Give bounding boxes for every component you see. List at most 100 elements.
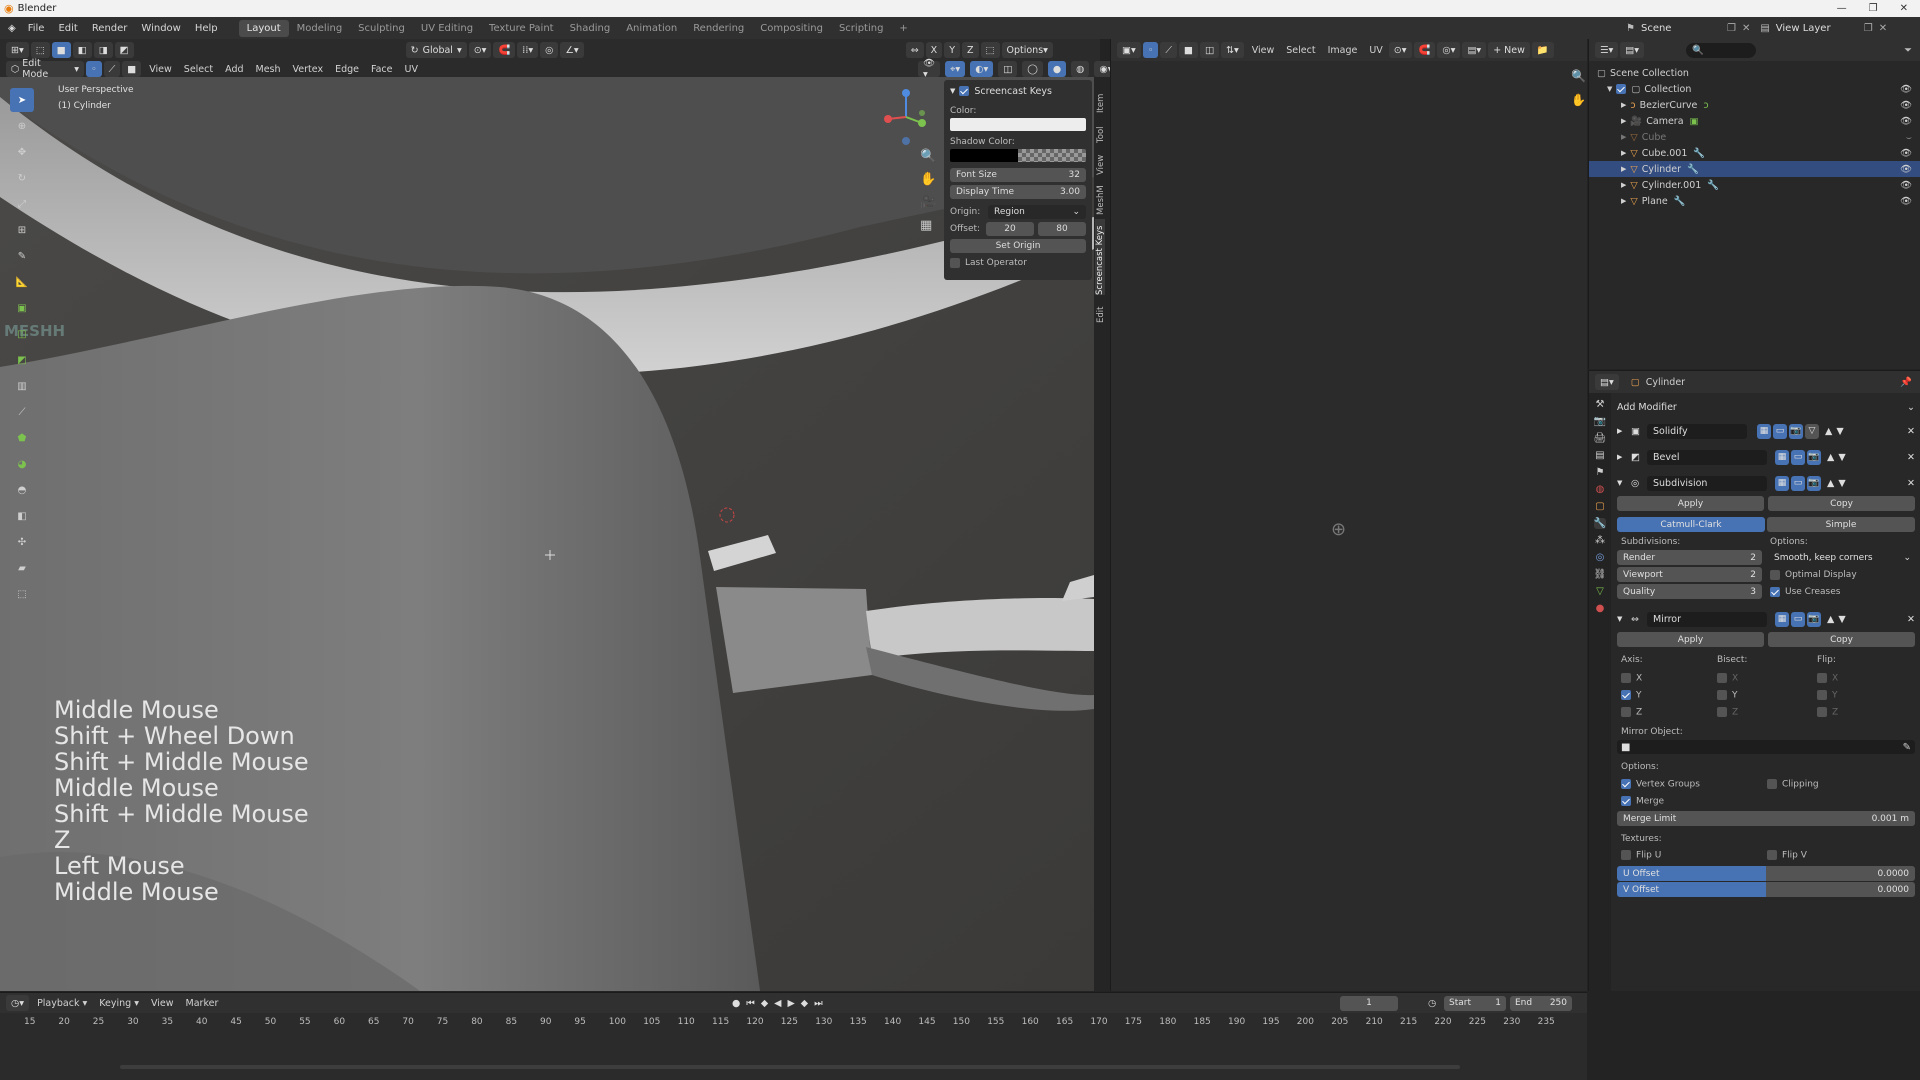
current-frame-field[interactable]: 1 [1340, 995, 1398, 1011]
remove-modifier-icon[interactable]: ✕ [1907, 426, 1915, 437]
bisect-x-checkbox[interactable] [1717, 672, 1727, 683]
image-menu-image[interactable]: Image [1322, 45, 1364, 56]
edit-mode-toggle[interactable]: ▦ [1775, 449, 1789, 465]
jump-start-icon[interactable]: ⏮ [746, 998, 755, 1009]
flip-x-checkbox[interactable] [1817, 672, 1827, 683]
viewport-menu-edge[interactable]: Edge [329, 64, 365, 75]
uv-smooth-dropdown[interactable]: Smooth, keep corners ⌄ [1770, 550, 1915, 565]
outliner-row-collection[interactable]: ▼ ▢ Collection 👁 [1597, 81, 1912, 97]
select-mode-subtract-button[interactable]: ◨ [93, 42, 113, 58]
copy-mirror-button[interactable]: Copy [1768, 632, 1915, 647]
sidebar-tab-edit[interactable]: Edit [1096, 299, 1106, 323]
modifier-tab-icon[interactable]: 🔧 [1593, 518, 1607, 529]
snap-toggle[interactable]: 🧲 [493, 42, 516, 58]
gizmo-toggle[interactable]: ⌖▾ [945, 61, 966, 77]
edit-mode-toggle[interactable]: ▦ [1775, 475, 1789, 491]
physics-tab-icon[interactable]: ◎ [1596, 552, 1605, 563]
outliner-editor-type-button[interactable]: ☰▾ [1595, 42, 1619, 58]
shading-solid-button[interactable]: ● [1047, 61, 1067, 77]
inset-tool-button[interactable]: ◫ [10, 322, 34, 346]
optimal-display-checkbox[interactable] [1770, 569, 1780, 580]
tab-shading[interactable]: Shading [562, 20, 619, 37]
tab-scripting[interactable]: Scripting [831, 20, 891, 37]
apply-subdivision-button[interactable]: Apply [1617, 496, 1764, 511]
render-toggle[interactable]: 📷 [1789, 423, 1803, 439]
remove-modifier-icon[interactable]: ✕ [1907, 614, 1915, 625]
camera-view-icon[interactable]: 🎥 [920, 195, 936, 210]
image-menu-view[interactable]: View [1246, 45, 1281, 56]
eyedropper-icon[interactable]: ✎ [1903, 742, 1911, 753]
prev-keyframe-icon[interactable]: ◆ [761, 998, 768, 1009]
outliner-row-plane[interactable]: ▶ ▽ Plane 🔧 👁 [1597, 193, 1912, 209]
merge-checkbox[interactable] [1621, 795, 1631, 806]
properties-editor-type-button[interactable]: ▤▾ [1595, 374, 1619, 390]
bisect-y-checkbox[interactable] [1717, 689, 1727, 700]
gizmo-neg-y-ball[interactable] [919, 110, 925, 116]
uv-select-vertex-button[interactable]: ◦ [1142, 42, 1159, 58]
proportional-edit-toggle[interactable]: ◎ [540, 42, 559, 58]
annotate-tool-button[interactable]: ✎ [10, 244, 34, 268]
shadow-color-swatch[interactable] [950, 149, 1086, 162]
view-layer-selector[interactable]: View Layer [1776, 23, 1858, 34]
modifier-name-field[interactable]: Subdivision [1647, 475, 1767, 491]
menu-window[interactable]: Window [134, 23, 187, 34]
open-image-button[interactable]: 📁 [1531, 42, 1554, 58]
outliner-search-input[interactable]: 🔍 [1686, 42, 1757, 58]
quality-field[interactable]: Quality 3 [1617, 584, 1762, 599]
timeline-menu-keying[interactable]: Keying ▾ [93, 998, 145, 1009]
render-toggle[interactable]: 📷 [1807, 611, 1821, 627]
end-frame-field[interactable]: End 250 [1510, 995, 1572, 1011]
material-tab-icon[interactable]: ● [1596, 603, 1605, 614]
uv-select-edge-button[interactable]: ⟋ [1160, 42, 1178, 58]
shrink-fatten-tool-button[interactable]: ✣ [10, 530, 34, 554]
hidden-eye-icon[interactable]: ⌣ [1906, 132, 1912, 143]
rip-tool-button[interactable]: ⬚ [10, 582, 34, 606]
outliner-row-scene-collection[interactable]: ▢ Scene Collection [1597, 65, 1912, 81]
outliner-row-cube[interactable]: ▶ ▽ Cube ⌣ [1597, 129, 1912, 145]
catmull-clark-button[interactable]: Catmull-Clark [1617, 517, 1765, 532]
jump-end-icon[interactable]: ⏭ [814, 998, 823, 1009]
flip-y[interactable]: Y [1817, 689, 1838, 700]
image-pan-icon[interactable]: ✋ [1571, 93, 1586, 107]
visibility-eye-icon[interactable]: 👁 [1900, 100, 1912, 111]
cage-toggle[interactable]: ▽ [1805, 423, 1819, 439]
zoom-icon[interactable]: 🔍 [920, 149, 936, 164]
menu-file[interactable]: File [21, 23, 52, 34]
select-mode-set-button[interactable]: ■ [51, 42, 71, 58]
axis-z-toggle[interactable]: Z [962, 42, 979, 58]
gizmo-neg-z-ball[interactable] [902, 137, 910, 145]
sidebar-tab-item[interactable]: Item [1096, 85, 1106, 113]
collapse-icon[interactable]: ▼ [1607, 85, 1612, 93]
viewport-menu-add[interactable]: Add [219, 64, 249, 75]
sidebar-tab-meshm[interactable]: MeshM [1096, 179, 1106, 215]
auto-merge-toggle[interactable]: ⬚ [980, 42, 1000, 58]
set-origin-button[interactable]: Set Origin [950, 239, 1086, 253]
uv-proportional-toggle[interactable]: ◎▾ [1437, 42, 1461, 58]
mirror-axis-x[interactable]: X [1617, 672, 1717, 683]
face-select-mode-button[interactable]: ■ [122, 61, 142, 77]
move-down-icon[interactable]: ▼ [1836, 426, 1843, 437]
gizmo-y-ball[interactable] [918, 119, 926, 127]
edit-mode-toggle[interactable]: ▦ [1775, 611, 1789, 627]
output-tab-icon[interactable]: 🖨 [1594, 433, 1607, 444]
outliner-display-mode-button[interactable]: ▤▾ [1620, 42, 1645, 58]
select-mode-invert-button[interactable]: ◩ [114, 42, 134, 58]
offset-x-field[interactable]: 20 [986, 222, 1034, 236]
cursor-tool-button[interactable]: ⊕ [10, 114, 34, 138]
move-up-icon[interactable]: ▲ [1827, 614, 1834, 625]
font-size-field[interactable]: Font Size 32 [950, 168, 1086, 182]
data-tab-icon[interactable]: ▽ [1596, 586, 1604, 597]
add-modifier-dropdown[interactable]: Add Modifier ⌄ [1617, 397, 1915, 417]
axis-z-checkbox[interactable] [1621, 706, 1631, 717]
remove-modifier-icon[interactable]: ✕ [1907, 478, 1915, 489]
remove-scene-icon[interactable]: ✕ [1742, 23, 1750, 34]
smooth-tool-button[interactable]: ◓ [10, 478, 34, 502]
particles-tab-icon[interactable]: ⁂ [1595, 535, 1605, 546]
expand-icon[interactable]: ▶ [1621, 181, 1626, 189]
transform-tool-button[interactable]: ⊞ [10, 218, 34, 242]
uv-select-face-button[interactable]: ■ [1179, 42, 1198, 58]
flip-z[interactable]: Z [1817, 706, 1838, 717]
expand-icon[interactable]: ▶ [1621, 165, 1626, 173]
overlays-toggle[interactable]: ◐▾ [970, 61, 994, 77]
image-menu-select[interactable]: Select [1280, 45, 1321, 56]
